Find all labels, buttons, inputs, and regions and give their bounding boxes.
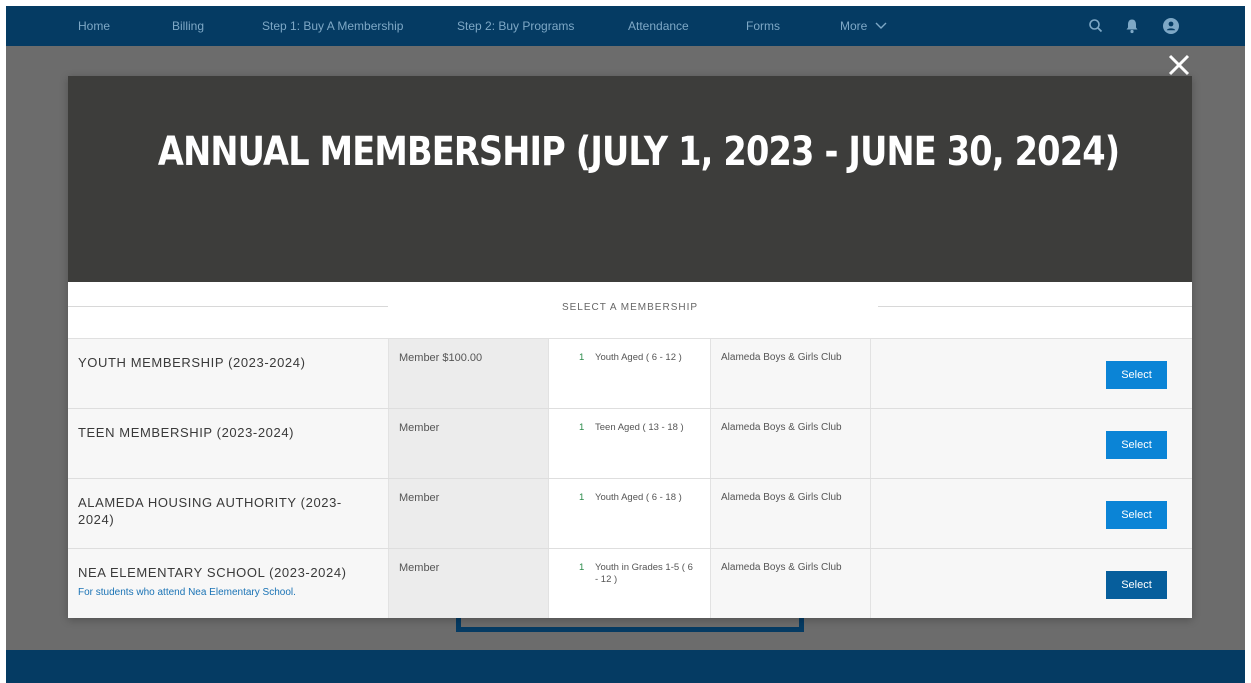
membership-action-cell: Select — [870, 339, 1192, 408]
membership-row: NEA ELEMENTARY SCHOOL (2023-2024) For st… — [68, 549, 1192, 618]
nav-item-more-label: More — [840, 19, 868, 33]
membership-row: ALAMEDA HOUSING AUTHORITY (2023-2024) Me… — [68, 479, 1192, 549]
bell-icon[interactable] — [1122, 16, 1142, 36]
membership-club: Alameda Boys & Girls Club — [710, 549, 870, 618]
top-navbar: Home Billing Step 1: Buy A Membership St… — [6, 6, 1245, 46]
membership-age-cell: 1 Teen Aged ( 13 - 18 ) — [548, 409, 710, 478]
membership-price: Member $100.00 — [388, 339, 548, 408]
select-youth-membership-button[interactable]: Select — [1106, 361, 1167, 389]
select-teen-membership-button[interactable]: Select — [1106, 431, 1167, 459]
membership-name: ALAMEDA HOUSING AUTHORITY (2023-2024) — [78, 495, 342, 527]
membership-action-cell: Select — [870, 479, 1192, 548]
search-icon[interactable] — [1086, 16, 1106, 36]
membership-description: For students who attend Nea Elementary S… — [78, 587, 296, 598]
close-icon[interactable] — [1166, 52, 1192, 78]
select-housing-authority-button[interactable]: Select — [1106, 501, 1167, 529]
membership-price: Member — [388, 409, 548, 478]
nav-item-forms[interactable]: Forms — [746, 6, 780, 46]
app-frame: Home Billing Step 1: Buy A Membership St… — [6, 6, 1245, 683]
nav-item-buy-programs[interactable]: Step 2: Buy Programs — [457, 6, 574, 46]
nav-item-attendance[interactable]: Attendance — [628, 6, 689, 46]
membership-row: YOUTH MEMBERSHIP (2023-2024) Member $100… — [68, 339, 1192, 409]
membership-name: TEEN MEMBERSHIP (2023-2024) — [78, 425, 295, 440]
nav-item-billing[interactable]: Billing — [172, 6, 204, 46]
membership-age-cell: 1 Youth in Grades 1-5 ( 6 - 12 ) — [548, 549, 710, 618]
membership-name-cell: NEA ELEMENTARY SCHOOL (2023-2024) For st… — [68, 549, 388, 618]
membership-name: YOUTH MEMBERSHIP (2023-2024) — [78, 355, 306, 370]
section-title: SELECT A MEMBERSHIP — [561, 302, 699, 313]
user-avatar-icon[interactable] — [1161, 16, 1181, 36]
section-header: SELECT A MEMBERSHIP — [68, 282, 1192, 338]
membership-age: Teen Aged ( 13 - 18 ) — [595, 422, 684, 433]
membership-price: Member — [388, 549, 548, 618]
membership-action-cell: Select — [870, 409, 1192, 478]
nav-item-more[interactable]: More — [840, 6, 887, 46]
membership-club: Alameda Boys & Girls Club — [710, 409, 870, 478]
membership-action-cell: Select — [870, 549, 1192, 618]
modal-title: ANNUAL MEMBERSHIP (JULY 1, 2023 - JUNE 3… — [157, 129, 1120, 175]
membership-name-cell: TEEN MEMBERSHIP (2023-2024) — [68, 409, 388, 478]
membership-name-cell: YOUTH MEMBERSHIP (2023-2024) — [68, 339, 388, 408]
membership-row: TEEN MEMBERSHIP (2023-2024) Member 1 Tee… — [68, 409, 1192, 479]
membership-age-cell: 1 Youth Aged ( 6 - 18 ) — [548, 479, 710, 548]
membership-age: Youth Aged ( 6 - 12 ) — [595, 352, 682, 363]
chevron-down-icon — [875, 22, 887, 29]
membership-club: Alameda Boys & Girls Club — [710, 479, 870, 548]
membership-name-cell: ALAMEDA HOUSING AUTHORITY (2023-2024) — [68, 479, 388, 548]
membership-count: 1 — [579, 562, 585, 573]
membership-club: Alameda Boys & Girls Club — [710, 339, 870, 408]
membership-price: Member — [388, 479, 548, 548]
membership-list: YOUTH MEMBERSHIP (2023-2024) Member $100… — [68, 338, 1192, 618]
nav-item-buy-membership[interactable]: Step 1: Buy A Membership — [262, 6, 403, 46]
page-footer — [6, 650, 1245, 683]
select-nea-elementary-button[interactable]: Select — [1106, 571, 1167, 599]
nav-item-home[interactable]: Home — [78, 6, 110, 46]
membership-age-cell: 1 Youth Aged ( 6 - 12 ) — [548, 339, 710, 408]
membership-age: Youth Aged ( 6 - 18 ) — [595, 492, 682, 503]
modal-banner: ANNUAL MEMBERSHIP (JULY 1, 2023 - JUNE 3… — [68, 76, 1192, 282]
membership-count: 1 — [579, 422, 585, 433]
membership-modal: ANNUAL MEMBERSHIP (JULY 1, 2023 - JUNE 3… — [68, 76, 1192, 618]
membership-age: Youth in Grades 1-5 ( 6 - 12 ) — [595, 562, 693, 585]
membership-count: 1 — [579, 492, 585, 503]
membership-name: NEA ELEMENTARY SCHOOL (2023-2024) — [78, 565, 347, 580]
membership-count: 1 — [579, 352, 585, 363]
